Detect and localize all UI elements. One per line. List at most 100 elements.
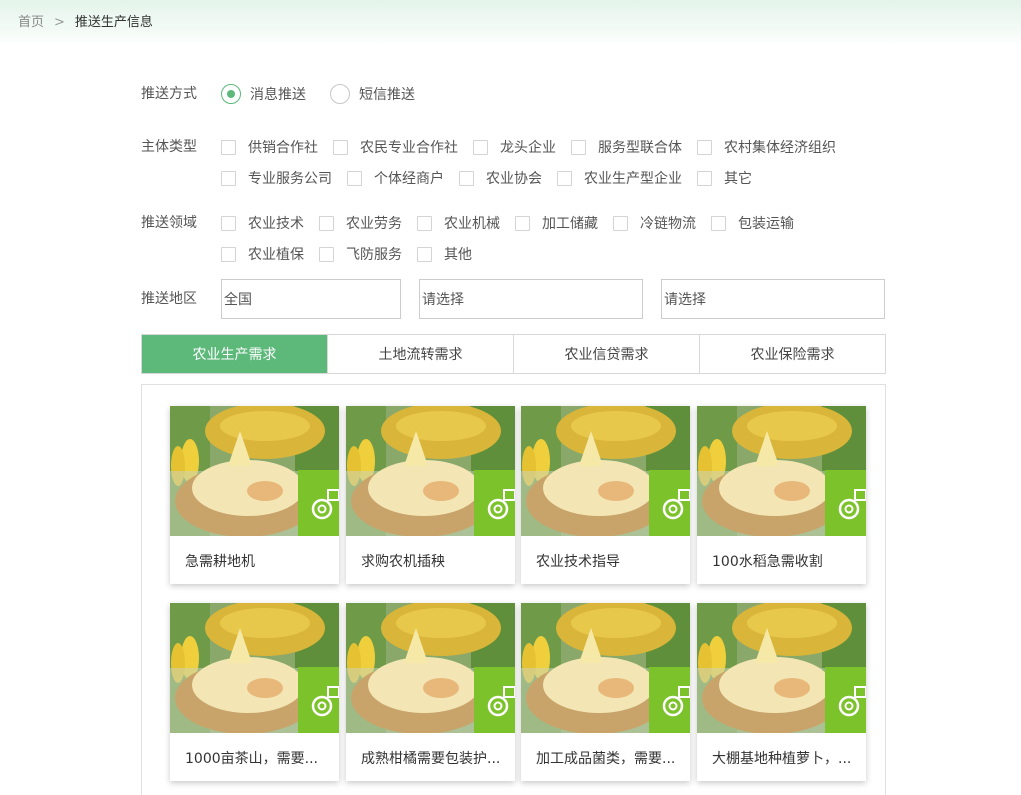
entity-type-checkbox[interactable]: [571, 139, 586, 155]
push-field-option[interactable]: 飞防服务: [319, 244, 402, 264]
entity-type-option-label: 个体经商户: [374, 171, 444, 187]
tab-demand-0[interactable]: 农业生产需求: [142, 335, 327, 373]
push-field-option-label: 农业技术: [248, 216, 304, 232]
push-method-option-label: 短信推送: [359, 87, 415, 103]
entity-type-option[interactable]: 服务型联合体: [571, 137, 682, 157]
push-field-option-label: 飞防服务: [346, 247, 402, 263]
push-method-options: 消息推送 短信推送: [221, 84, 881, 104]
push-field-option[interactable]: 农业劳务: [319, 213, 402, 233]
push-field-option[interactable]: 农业机械: [417, 213, 500, 233]
entity-type-option-label: 农业生产型企业: [584, 171, 682, 187]
entity-type-option-label: 农业协会: [486, 171, 542, 187]
push-field-option[interactable]: 包装运输: [711, 213, 794, 233]
entity-type-checkbox[interactable]: [347, 170, 362, 186]
push-field-option[interactable]: 其他: [417, 244, 472, 264]
region-row: 推送地区: [141, 289, 221, 309]
push-field-option[interactable]: 冷链物流: [613, 213, 696, 233]
region-district-select[interactable]: 请选择: [661, 279, 885, 319]
region-label: 推送地区: [141, 291, 197, 307]
entity-type-option[interactable]: 农村集体经济组织: [697, 137, 836, 157]
entity-type-checkbox[interactable]: [697, 139, 712, 155]
demand-card[interactable]: 急需耕地机: [170, 406, 339, 584]
push-field-checkbox[interactable]: [613, 215, 628, 231]
entity-type-option-label: 农村集体经济组织: [724, 140, 836, 156]
breadcrumb-bar: 首页 > 推送生产信息: [0, 0, 1021, 46]
card-title: 100水稻急需收割: [712, 554, 823, 570]
push-field-option-label: 农业机械: [444, 216, 500, 232]
entity-type-option-label: 服务型联合体: [598, 140, 682, 156]
entity-type-option-label: 其它: [724, 171, 752, 187]
entity-type-option[interactable]: 个体经商户: [347, 168, 444, 188]
region-province-select[interactable]: 全国: [221, 279, 401, 319]
card-image: [521, 603, 690, 733]
entity-type-checkbox[interactable]: [557, 170, 572, 186]
push-method-radio[interactable]: [221, 84, 241, 104]
tab-demand-2[interactable]: 农业信贷需求: [513, 335, 699, 373]
entity-type-option[interactable]: 农业生产型企业: [557, 168, 682, 188]
push-field-option[interactable]: 农业技术: [221, 213, 304, 233]
push-field-checkbox[interactable]: [515, 215, 530, 231]
entity-type-checkbox[interactable]: [221, 139, 236, 155]
push-method-option[interactable]: 消息推送: [221, 84, 306, 104]
entity-type-option[interactable]: 其它: [697, 168, 752, 188]
card-title: 急需耕地机: [185, 554, 255, 570]
entity-type-row: 主体类型 供销合作社 农民专业合作社 龙头企业 服务型联合体 农村集体经济组织专业服务公…: [141, 137, 881, 188]
push-field-option-label: 包装运输: [738, 216, 794, 232]
tab-demand-3[interactable]: 农业保险需求: [699, 335, 885, 373]
entity-type-option[interactable]: 农民专业合作社: [333, 137, 458, 157]
card-title: 成熟柑橘需要包装护...: [361, 751, 501, 767]
demand-tabs: 农业生产需求 土地流转需求 农业信贷需求 农业保险需求: [141, 334, 886, 374]
demand-card[interactable]: 大棚基地种植萝卜，...: [697, 603, 866, 781]
entity-type-option[interactable]: 龙头企业: [473, 137, 556, 157]
push-field-options: 农业技术 农业劳务 农业机械 加工储藏 冷链物流 包装运输农业植保 飞防服务 其他: [221, 213, 881, 264]
demand-card[interactable]: 1000亩茶山，需要...: [170, 603, 339, 781]
entity-type-checkbox[interactable]: [473, 139, 488, 155]
entity-type-checkbox[interactable]: [333, 139, 348, 155]
card-title: 加工成品菌类，需要...: [536, 751, 676, 767]
entity-type-option-label: 专业服务公司: [248, 171, 332, 187]
entity-type-checkbox[interactable]: [697, 170, 712, 186]
push-method-option[interactable]: 短信推送: [330, 84, 415, 104]
card-image: [697, 603, 866, 733]
push-field-option-label: 冷链物流: [640, 216, 696, 232]
breadcrumb-current: 推送生产信息: [74, 15, 153, 30]
entity-type-option[interactable]: 农业协会: [459, 168, 542, 188]
card-image: [346, 406, 515, 536]
demand-card[interactable]: 加工成品菌类，需要...: [521, 603, 690, 781]
push-field-checkbox[interactable]: [711, 215, 726, 231]
push-field-checkbox[interactable]: [319, 215, 334, 231]
entity-type-option-label: 农民专业合作社: [360, 140, 458, 156]
entity-type-option-label: 供销合作社: [248, 140, 318, 156]
push-field-checkbox[interactable]: [221, 246, 236, 262]
entity-type-option[interactable]: 供销合作社: [221, 137, 318, 157]
demand-card[interactable]: 求购农机插秧: [346, 406, 515, 584]
entity-type-checkbox[interactable]: [459, 170, 474, 186]
push-field-label: 推送领域: [141, 215, 197, 231]
push-field-option[interactable]: 农业植保: [221, 244, 304, 264]
push-field-checkbox[interactable]: [417, 215, 432, 231]
entity-type-option[interactable]: 专业服务公司: [221, 168, 332, 188]
entity-type-label: 主体类型: [141, 139, 197, 155]
breadcrumb-separator: >: [54, 15, 65, 30]
push-field-checkbox[interactable]: [221, 215, 236, 231]
push-field-row: 推送领域 农业技术 农业劳务 农业机械 加工储藏 冷链物流 包装运输农业植保 飞防服务 其他: [141, 213, 881, 264]
demand-card[interactable]: 100水稻急需收割: [697, 406, 866, 584]
entity-type-checkbox[interactable]: [221, 170, 236, 186]
push-method-radio[interactable]: [330, 84, 350, 104]
push-method-label: 推送方式: [141, 86, 197, 102]
demand-card[interactable]: 农业技术指导: [521, 406, 690, 584]
card-title: 农业技术指导: [536, 554, 620, 570]
entity-type-option-label: 龙头企业: [500, 140, 556, 156]
demand-card[interactable]: 成熟柑橘需要包装护...: [346, 603, 515, 781]
push-field-checkbox[interactable]: [319, 246, 334, 262]
breadcrumb-home-link[interactable]: 首页: [18, 14, 44, 32]
push-field-option-label: 农业植保: [248, 247, 304, 263]
push-field-checkbox[interactable]: [417, 246, 432, 262]
card-image: [697, 406, 866, 536]
push-field-option[interactable]: 加工储藏: [515, 213, 598, 233]
card-image: [521, 406, 690, 536]
region-city-select[interactable]: 请选择: [419, 279, 643, 319]
push-field-option-label: 加工储藏: [542, 216, 598, 232]
tab-demand-1[interactable]: 土地流转需求: [327, 335, 513, 373]
breadcrumb: 首页 > 推送生产信息: [18, 14, 153, 32]
